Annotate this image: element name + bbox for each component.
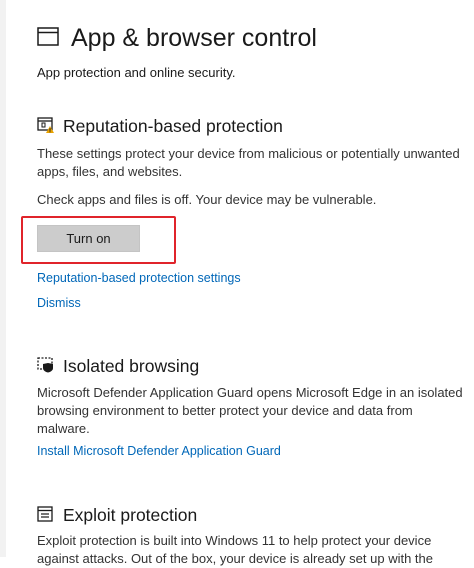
reputation-section-title: Reputation-based protection [63, 116, 283, 136]
reputation-description: These settings protect your device from … [37, 146, 460, 179]
isolated-section-title: Isolated browsing [63, 356, 200, 376]
browser-window-icon [37, 27, 59, 51]
page-title: App & browser control [71, 24, 317, 52]
isolated-description: Microsoft Defender Application Guard ope… [37, 385, 463, 436]
exploit-section-title: Exploit protection [63, 505, 198, 525]
left-edge-strip [0, 0, 6, 557]
exploit-description: Exploit protection is built into Windows… [37, 533, 433, 566]
exploit-protection-icon [37, 506, 53, 527]
reputation-status-text: Check apps and files is off. Your device… [37, 192, 377, 207]
dismiss-link[interactable]: Dismiss [37, 296, 81, 310]
isolated-browsing-icon [37, 357, 55, 378]
page-subtitle: App protection and online security. [37, 65, 236, 80]
reputation-shield-icon [37, 117, 55, 139]
reputation-settings-link[interactable]: Reputation-based protection settings [37, 271, 241, 285]
install-application-guard-link[interactable]: Install Microsoft Defender Application G… [37, 444, 281, 458]
turn-on-button[interactable]: Turn on [37, 225, 140, 252]
